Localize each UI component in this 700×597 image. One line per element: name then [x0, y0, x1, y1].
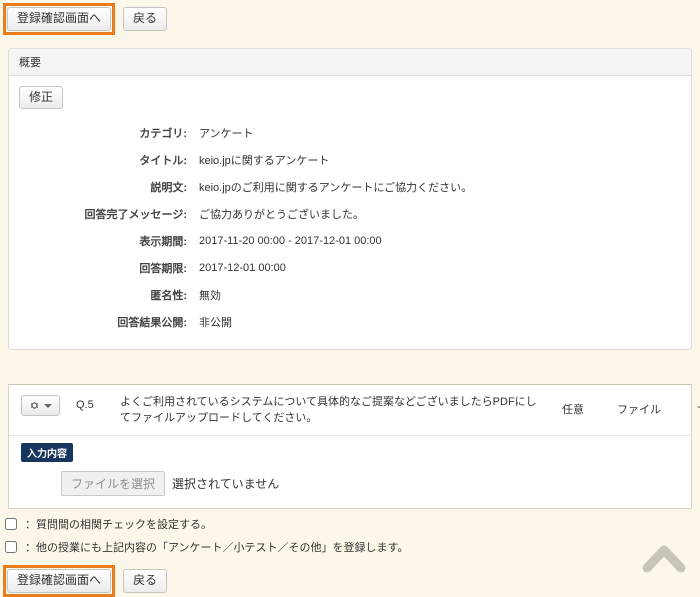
field-label: 表示期間:: [19, 233, 187, 249]
choose-file-button[interactable]: ファイルを選択: [61, 471, 165, 496]
question-number: Q.5: [76, 395, 120, 411]
overview-panel: 概要 修正 カテゴリ: アンケート タイトル: keio.jpに関するアンケート…: [8, 48, 692, 351]
bottom-toolbar: 登録確認画面へ 戻る: [3, 565, 700, 597]
question-row: Q.5 よくご利用されているシステムについて具体的なご提案などございましたらPD…: [9, 385, 691, 436]
register-other-classes-option: ：他の授業にも上記内容の「アンケート／小テスト／その他」を登録します。: [5, 539, 700, 555]
field-row-category: カテゴリ: アンケート: [19, 119, 681, 146]
field-value: 無効: [199, 287, 681, 303]
chevron-down-icon: [44, 404, 52, 408]
field-value: keio.jpのご利用に関するアンケートにご協力ください。: [199, 179, 681, 195]
edit-button[interactable]: 修正: [19, 86, 63, 110]
register-other-classes-label: ：他の授業にも上記内容の「アンケート／小テスト／その他」を登録します。: [25, 539, 408, 555]
correlation-check-option: ：質問間の相関チェックを設定する。: [5, 516, 700, 532]
field-label: カテゴリ:: [19, 125, 187, 141]
field-value: 2017-12-01 00:00: [199, 262, 681, 274]
correlation-check-checkbox[interactable]: [5, 518, 17, 530]
field-row-answer-deadline: 回答期限: 2017-12-01 00:00: [19, 254, 681, 281]
overview-fields: カテゴリ: アンケート タイトル: keio.jpに関するアンケート 説明文: …: [19, 119, 681, 335]
back-button-top[interactable]: 戻る: [123, 7, 167, 31]
field-value: keio.jpに関するアンケート: [199, 152, 681, 168]
question-points: -: [676, 395, 700, 413]
confirm-registration-button-top[interactable]: 登録確認画面へ: [7, 7, 111, 31]
field-value: アンケート: [199, 125, 681, 141]
field-value: ご協力ありがとうございました。: [199, 206, 681, 222]
question-settings-dropdown[interactable]: [21, 395, 60, 416]
question-panel: Q.5 よくご利用されているシステムについて具体的なご提案などございましたらPD…: [8, 384, 692, 509]
confirm-registration-button-bottom[interactable]: 登録確認画面へ: [7, 569, 111, 593]
field-label: 匿名性:: [19, 287, 187, 303]
field-row-anonymity: 匿名性: 無効: [19, 281, 681, 308]
file-input-row: ファイルを選択 選択されていません: [61, 471, 679, 496]
input-content-badge: 入力内容: [21, 443, 73, 462]
annotation-highlight-top: 登録確認画面へ: [3, 3, 115, 35]
overview-panel-body: 修正 カテゴリ: アンケート タイトル: keio.jpに関するアンケート 説明…: [9, 76, 691, 350]
field-row-title: タイトル: keio.jpに関するアンケート: [19, 146, 681, 173]
field-row-result-publication: 回答結果公開: 非公開: [19, 308, 681, 335]
question-type: ファイル: [602, 395, 676, 417]
top-toolbar: 登録確認画面へ 戻る: [0, 0, 700, 35]
field-label: 説明文:: [19, 179, 187, 195]
question-input-area: 入力内容 ファイルを選択 選択されていません: [9, 436, 691, 508]
chevron-up-icon: [642, 541, 686, 573]
file-status-text: 選択されていません: [172, 475, 279, 492]
overview-panel-title: 概要: [9, 49, 691, 76]
field-row-display-period: 表示期間: 2017-11-20 00:00 - 2017-12-01 00:0…: [19, 227, 681, 254]
register-other-classes-checkbox[interactable]: [5, 541, 17, 553]
field-label: 回答結果公開:: [19, 314, 187, 330]
field-label: 回答期限:: [19, 260, 187, 276]
field-row-complete-message: 回答完了メッセージ: ご協力ありがとうございました。: [19, 200, 681, 227]
gear-icon: [29, 400, 40, 411]
field-label: 回答完了メッセージ:: [19, 206, 187, 222]
field-value: 非公開: [199, 314, 681, 330]
correlation-check-label: ：質問間の相関チェックを設定する。: [25, 516, 212, 532]
annotation-highlight-bottom: 登録確認画面へ: [3, 565, 115, 597]
field-row-description: 説明文: keio.jpのご利用に関するアンケートにご協力ください。: [19, 173, 681, 200]
field-label: タイトル:: [19, 152, 187, 168]
back-button-bottom[interactable]: 戻る: [123, 569, 167, 593]
question-text: よくご利用されているシステムについて具体的なご提案などございましたらPDFにして…: [120, 395, 544, 426]
question-required-flag: 任意: [544, 395, 602, 417]
field-value: 2017-11-20 00:00 - 2017-12-01 00:00: [199, 235, 681, 247]
scroll-top-button[interactable]: [642, 541, 686, 573]
